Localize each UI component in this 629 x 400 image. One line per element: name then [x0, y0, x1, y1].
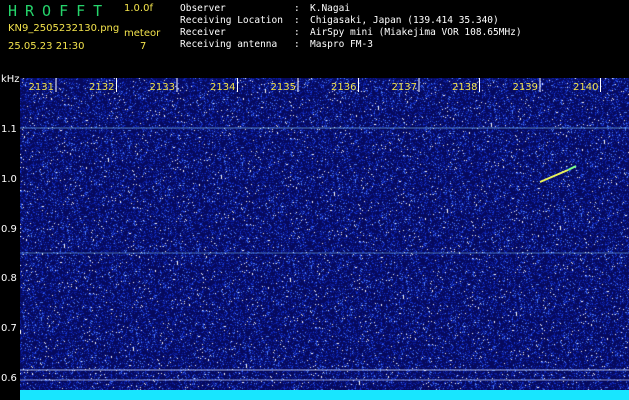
time-tick-label: 2138 — [452, 82, 477, 93]
y-tick-label: 0.8 — [1, 273, 17, 284]
y-tick-label: 0.7 — [1, 323, 17, 334]
meteor-label: meteor — [124, 28, 161, 39]
station-info: Observer: K.Nagai Receiving Location: Chig… — [180, 3, 522, 51]
info-value: Maspro FM-3 — [310, 39, 373, 50]
header-panel: HROFFT 1.0.0f KN9_2505232130.png 25.05.2… — [0, 0, 629, 78]
info-key: Receiving Location — [180, 15, 283, 26]
app-brand: HROFFT — [8, 2, 111, 20]
y-tick-label: 1.0 — [1, 174, 17, 185]
time-tick-label: 2135 — [271, 82, 296, 93]
info-key: Receiver — [180, 27, 226, 38]
baseline-band — [20, 390, 629, 400]
time-tick-label: 2132 — [89, 82, 114, 93]
meteor-count: 7 — [140, 41, 147, 52]
y-axis-unit: kHz — [1, 74, 20, 85]
meteor-echo-trace — [567, 165, 577, 171]
y-tick-label: 1.1 — [1, 124, 17, 135]
date-time: 25.05.23 21:30 — [8, 41, 85, 52]
time-tick-label: 2140 — [573, 82, 598, 93]
info-value: K.Nagai — [310, 3, 351, 14]
file-name: KN9_2505232130.png — [8, 23, 120, 34]
y-tick-label: 0.9 — [1, 224, 17, 235]
time-tick-label: 2133 — [150, 82, 175, 93]
time-tick-label: 2136 — [331, 82, 356, 93]
info-row-location: Receiving Location: Chigasaki, Japan (139… — [180, 15, 499, 26]
info-row-observer: Observer: K.Nagai — [180, 3, 351, 14]
spectrogram-plot: 2131 2132 2133 2134 2135 2136 2137 2138 2139 2140 — [20, 78, 629, 400]
info-key: Receiving antenna — [180, 39, 278, 50]
time-tick-label: 2139 — [513, 82, 538, 93]
time-tick-label: 2131 — [29, 82, 54, 93]
meteor-echo-trace — [539, 169, 569, 183]
app-version: 1.0.0f — [124, 3, 153, 14]
y-tick-label: 0.6 — [1, 373, 17, 384]
info-key: Observer — [180, 3, 226, 14]
info-row-receiver: Receiver: AirSpy mini (Miakejima VOR 108.… — [180, 27, 522, 38]
time-tick-label: 2137 — [392, 82, 417, 93]
info-value: AirSpy mini (Miakejima VOR 108.65MHz) — [310, 27, 522, 38]
time-tick-label: 2134 — [210, 82, 235, 93]
spectrogram-overlay: 2131 2132 2133 2134 2135 2136 2137 2138 2139 2140 — [20, 78, 629, 400]
info-value: Chigasaki, Japan (139.414 35.340) — [310, 15, 499, 26]
info-row-antenna: Receiving antenna: Maspro FM-3 — [180, 39, 373, 50]
